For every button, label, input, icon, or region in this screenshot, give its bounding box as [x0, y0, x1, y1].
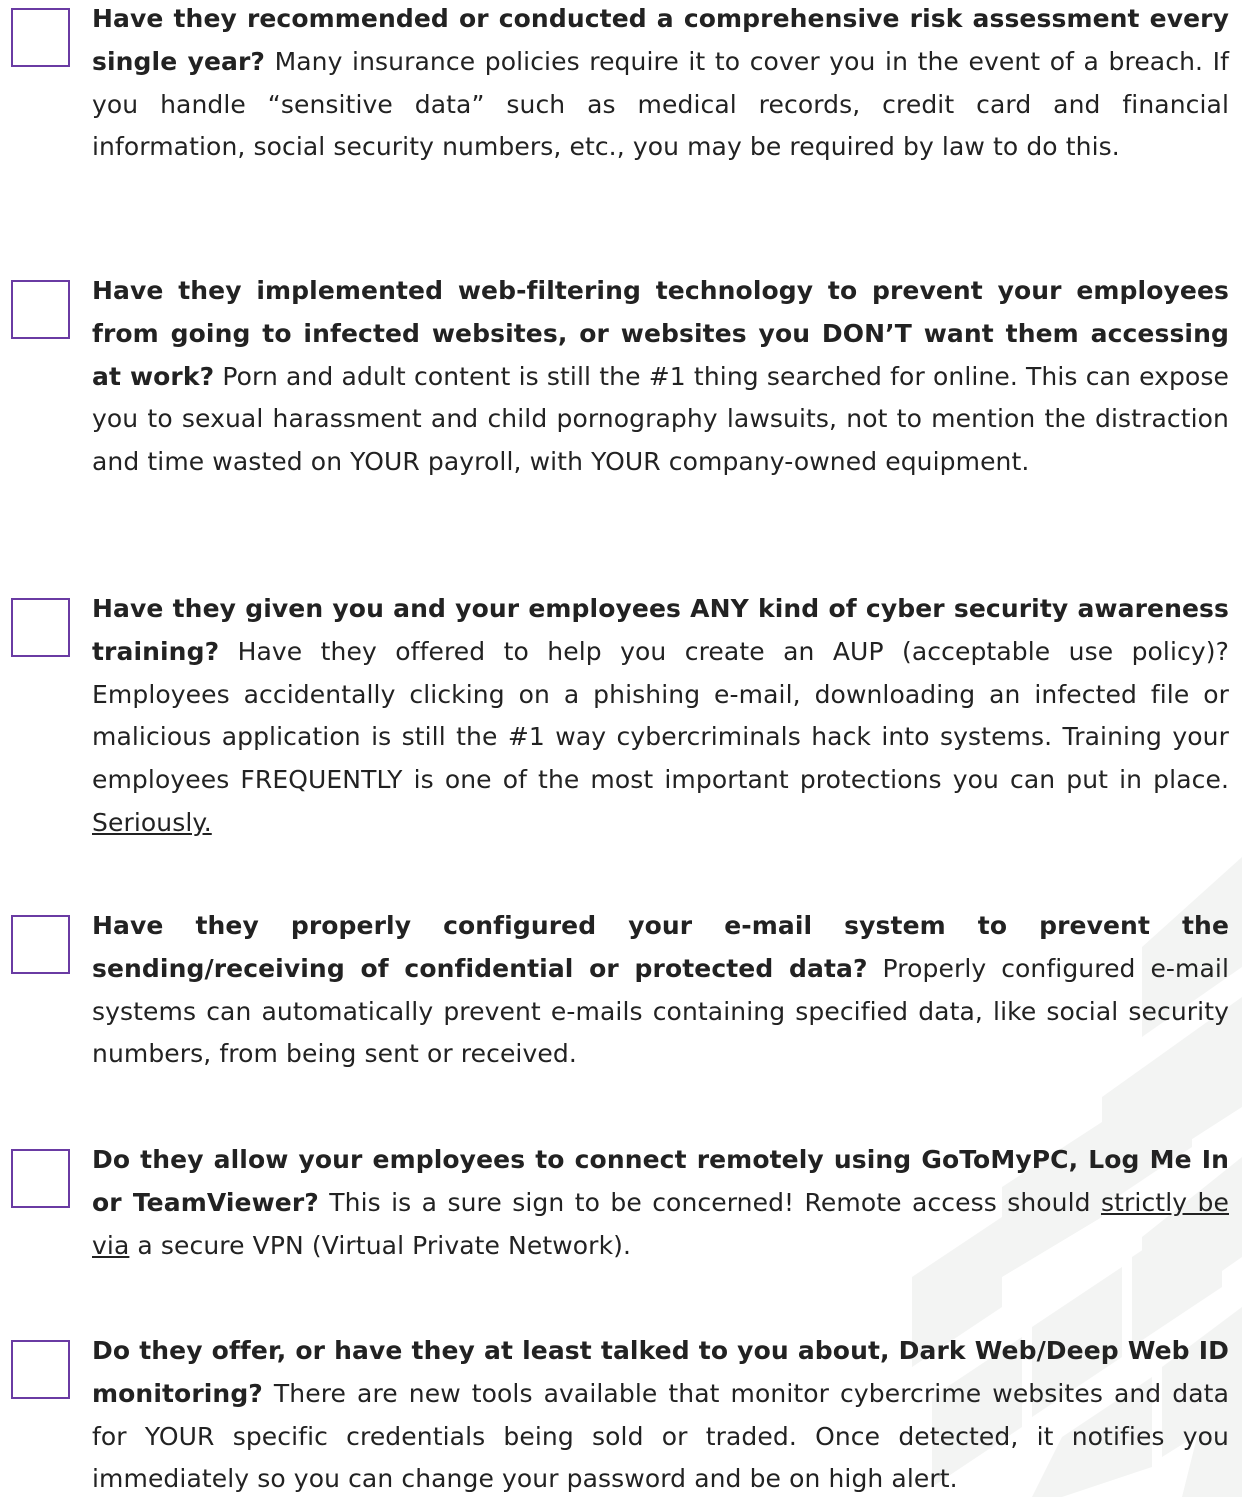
checklist-item-text: Have they properly configured your e-mai…	[92, 905, 1229, 1076]
checklist-explanation: There are new tools available that monit…	[92, 1378, 1229, 1494]
checklist-checkbox[interactable]	[11, 1340, 70, 1399]
checklist-item-text: Have they implemented web-filtering tech…	[92, 270, 1229, 484]
checklist-checkbox[interactable]	[11, 915, 70, 974]
checklist-item-text: Have they recommended or conducted a com…	[92, 0, 1229, 169]
checklist-checkbox[interactable]	[11, 8, 70, 67]
checklist-item-text: Do they allow your employees to connect …	[92, 1139, 1229, 1267]
checklist-explanation: This is a sure sign to be concerned! Rem…	[318, 1187, 1102, 1217]
checklist-item-text: Have they given you and your employees A…	[92, 588, 1229, 845]
checklist-checkbox[interactable]	[11, 1149, 70, 1208]
checklist-checkbox[interactable]	[11, 280, 70, 339]
checklist-explanation: Porn and adult content is still the #1 t…	[92, 361, 1229, 477]
checklist-checkbox[interactable]	[11, 598, 70, 657]
checklist-explanation-end: a secure VPN (Virtual Private Network).	[129, 1230, 632, 1260]
checklist-item-text: Do they offer, or have they at least tal…	[92, 1330, 1229, 1501]
emphasis-link: Seriously.	[92, 807, 212, 837]
checklist-explanation: Have they offered to help you create an …	[92, 636, 1229, 795]
